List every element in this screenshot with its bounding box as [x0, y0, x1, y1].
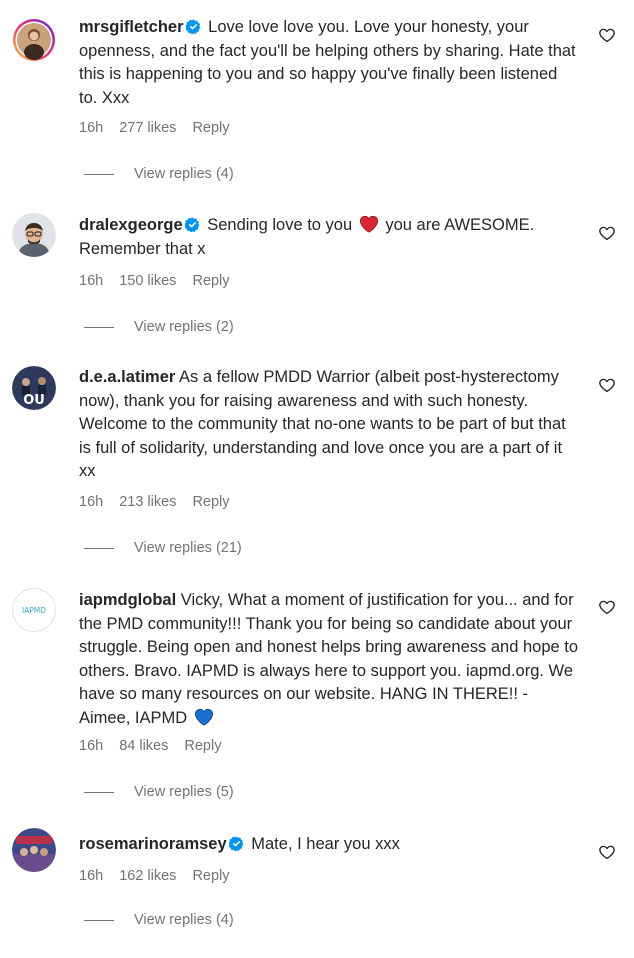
verified-badge-icon	[185, 19, 201, 34]
divider-line	[84, 791, 114, 793]
red-heart-emoji-icon	[359, 215, 379, 233]
divider-line	[84, 919, 114, 921]
comment-body: mrsgifletcher Love love love you. Love y…	[79, 16, 579, 110]
comment-meta: 16h 277 likes Reply	[79, 120, 230, 136]
view-replies-button[interactable]: View replies (21)	[84, 540, 242, 556]
like-heart-icon[interactable]	[598, 376, 616, 394]
avatar-logo-text: IAPMD	[22, 606, 46, 615]
view-replies-label: View replies (4)	[134, 166, 234, 182]
comment-time: 16h	[79, 868, 104, 884]
avatar[interactable]: OU	[12, 366, 56, 410]
comment-body: rosemarinoramsey Mate, I hear you xxx	[79, 833, 579, 857]
like-heart-icon[interactable]	[598, 843, 616, 861]
view-replies-button[interactable]: View replies (2)	[84, 319, 234, 335]
comment-likes[interactable]: 277 likes	[119, 120, 176, 136]
view-replies-button[interactable]: View replies (4)	[84, 912, 234, 928]
verified-badge-icon	[228, 836, 244, 851]
comment-meta: 16h 162 likes Reply	[79, 868, 230, 884]
comment-body: dralexgeorge Sending love to you you are…	[79, 214, 579, 261]
like-heart-icon[interactable]	[598, 224, 616, 242]
comment-likes[interactable]: 162 likes	[119, 868, 176, 884]
reply-button[interactable]: Reply	[192, 868, 229, 884]
comment-username[interactable]: iapmdglobal	[79, 591, 176, 609]
comment-time: 16h	[79, 738, 104, 754]
comment-likes[interactable]: 213 likes	[119, 494, 176, 510]
comment-text: Sending love to you	[207, 216, 353, 234]
reply-button[interactable]: Reply	[192, 494, 229, 510]
verified-badge-icon	[184, 217, 200, 232]
comment-text: Vicky, What a moment of justification fo…	[79, 591, 579, 727]
view-replies-label: View replies (21)	[134, 540, 242, 556]
view-replies-button[interactable]: View replies (4)	[84, 166, 234, 182]
comment-username[interactable]: dralexgeorge	[79, 216, 183, 234]
comment-body: d.e.a.latimer As a fellow PMDD Warrior (…	[79, 366, 579, 484]
avatar[interactable]: IAPMD	[12, 588, 56, 632]
comment-meta: 16h 150 likes Reply	[79, 273, 230, 289]
comment-meta: 16h 213 likes Reply	[79, 494, 230, 510]
comment-body: iapmdglobal Vicky, What a moment of just…	[79, 589, 579, 730]
divider-line	[84, 173, 114, 175]
blue-heart-emoji-icon	[194, 708, 214, 726]
comment-username[interactable]: mrsgifletcher	[79, 18, 184, 36]
like-heart-icon[interactable]	[598, 598, 616, 616]
comment-time: 16h	[79, 494, 104, 510]
comment-time: 16h	[79, 273, 104, 289]
comment-time: 16h	[79, 120, 104, 136]
avatar[interactable]	[12, 213, 56, 257]
comment-username[interactable]: rosemarinoramsey	[79, 835, 227, 853]
view-replies-label: View replies (2)	[134, 319, 234, 335]
reply-button[interactable]: Reply	[192, 273, 229, 289]
svg-text:OU: OU	[23, 393, 45, 408]
like-heart-icon[interactable]	[598, 26, 616, 44]
comment-text: Mate, I hear you xxx	[251, 835, 400, 853]
reply-button[interactable]: Reply	[184, 738, 221, 754]
view-replies-button[interactable]: View replies (5)	[84, 784, 234, 800]
avatar[interactable]	[12, 18, 56, 62]
comment-likes[interactable]: 150 likes	[119, 273, 176, 289]
view-replies-label: View replies (5)	[134, 784, 234, 800]
comment-meta: 16h 84 likes Reply	[79, 738, 221, 754]
comment-likes[interactable]: 84 likes	[119, 738, 168, 754]
comment-username[interactable]: d.e.a.latimer	[79, 368, 175, 386]
divider-line	[84, 547, 114, 549]
reply-button[interactable]: Reply	[192, 120, 229, 136]
avatar[interactable]	[12, 828, 56, 872]
view-replies-label: View replies (4)	[134, 912, 234, 928]
divider-line	[84, 326, 114, 328]
